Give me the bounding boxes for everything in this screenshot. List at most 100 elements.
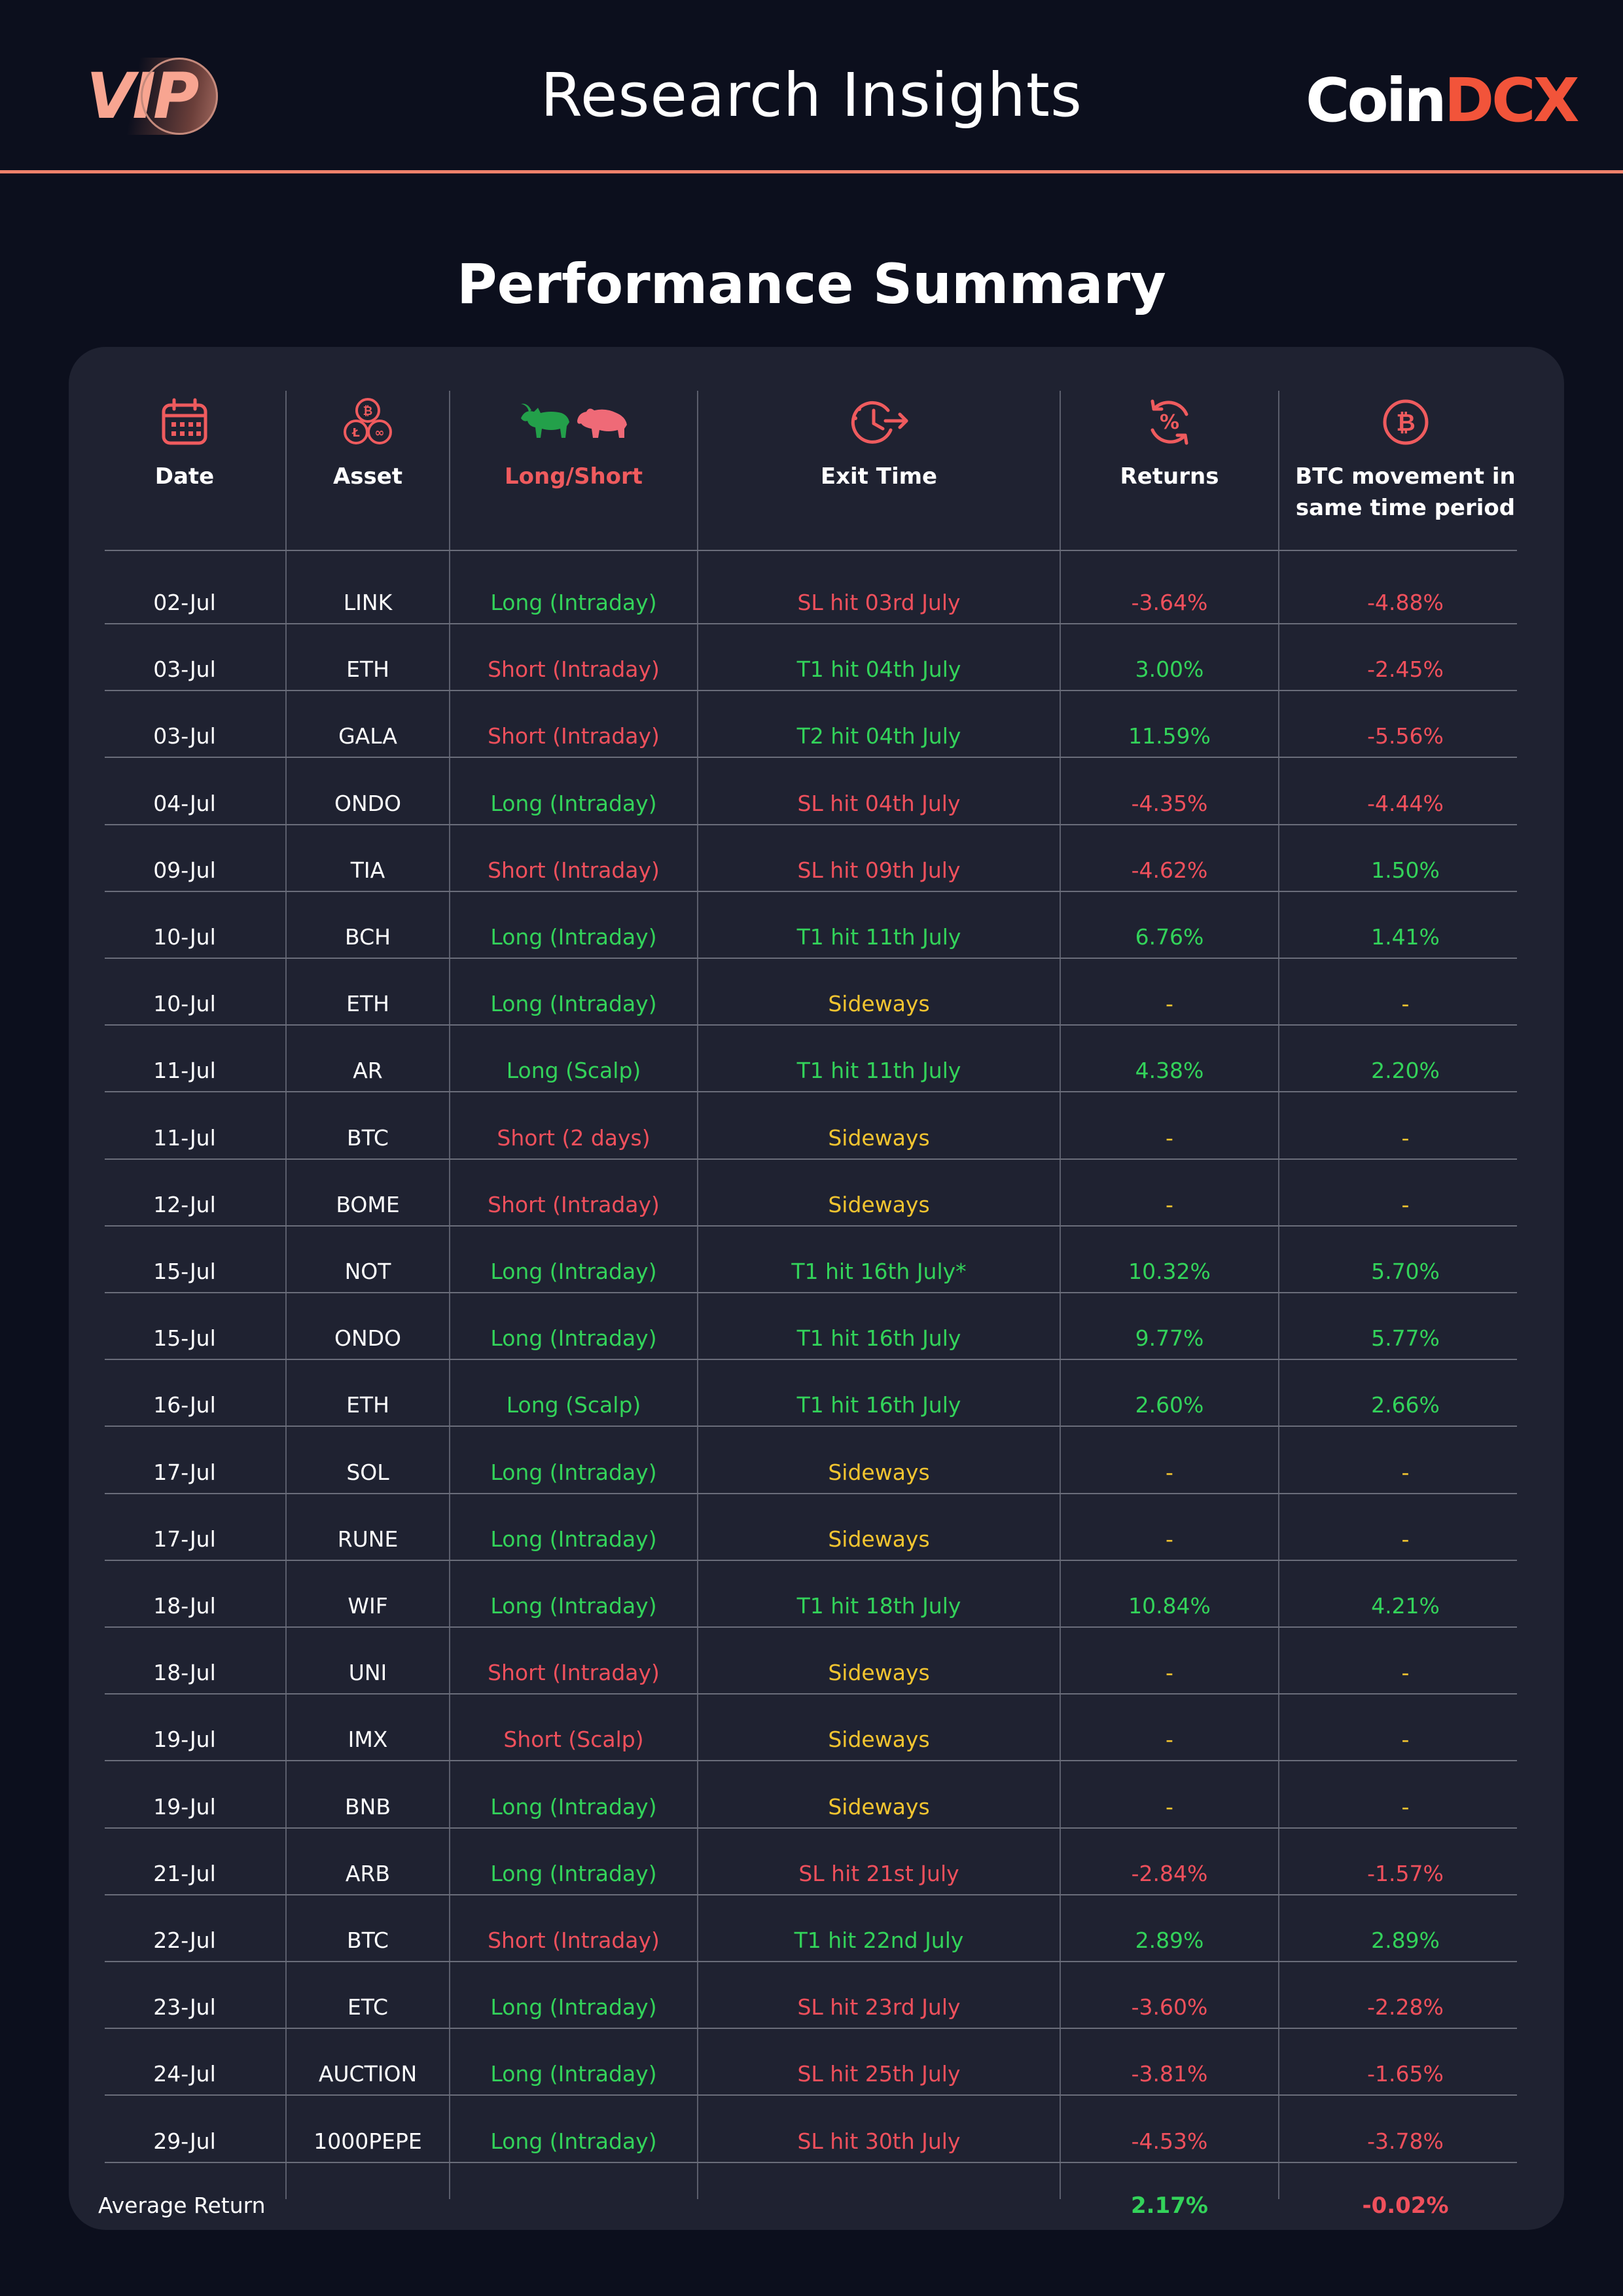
header-divider — [0, 170, 1623, 173]
cell-position: Short (Scalp) — [503, 1727, 644, 1752]
brand-dcx: DCX — [1444, 65, 1580, 135]
cell-returns: 10.84% — [1128, 1593, 1211, 1619]
cell-asset: AUCTION — [318, 2061, 418, 2087]
section-title: Performance Summary — [457, 252, 1166, 316]
cell-exit-time: T1 hit 04th July — [796, 656, 961, 682]
cell-date: 04-Jul — [153, 791, 216, 816]
brand-coin: Coin — [1306, 65, 1447, 135]
coins-icon: ₿ Ł ∞ — [342, 393, 394, 452]
cell-btc-movement: 5.77% — [1371, 1325, 1440, 1351]
column-header-asset: ₿ Ł ∞ Asset — [287, 393, 449, 492]
cell-position: Long (Intraday) — [490, 1259, 657, 1284]
cell-returns: 10.32% — [1128, 1259, 1211, 1284]
row-divider — [105, 1961, 1517, 1962]
cell-returns: - — [1166, 1727, 1173, 1752]
cell-asset: TIA — [350, 857, 385, 883]
cell-returns: - — [1166, 991, 1173, 1016]
cell-returns: -3.60% — [1131, 1994, 1208, 2020]
coindcx-logo: CoinDCX — [1306, 65, 1580, 135]
cell-date: 18-Jul — [153, 1593, 216, 1619]
cell-asset: IMX — [348, 1727, 388, 1752]
cell-asset: NOT — [344, 1259, 391, 1284]
cell-returns: 4.38% — [1135, 1058, 1204, 1083]
cell-date: 19-Jul — [153, 1794, 216, 1820]
row-divider — [105, 757, 1517, 758]
cell-exit-time: SL hit 30th July — [797, 2128, 961, 2154]
cell-date: 11-Jul — [153, 1125, 216, 1151]
cell-position: Long (Intraday) — [490, 1325, 657, 1351]
cell-exit-time: Sideways — [828, 1660, 930, 1685]
cell-date: 12-Jul — [153, 1192, 216, 1217]
cell-exit-time: Sideways — [828, 1192, 930, 1217]
row-divider — [105, 2162, 1517, 2163]
cell-btc-movement: -4.88% — [1367, 590, 1444, 615]
cell-date: 18-Jul — [153, 1660, 216, 1685]
cell-returns: 3.00% — [1135, 656, 1204, 682]
cell-returns: - — [1166, 1526, 1173, 1552]
row-divider — [105, 824, 1517, 825]
column-label-btc-line2: same time period — [1295, 495, 1516, 521]
clock-exit-icon — [847, 393, 910, 452]
cell-returns: -4.53% — [1131, 2128, 1208, 2154]
cell-position: Long (Intraday) — [490, 590, 657, 615]
cell-position: Long (Intraday) — [490, 791, 657, 816]
cell-position: Long (Intraday) — [490, 991, 657, 1016]
cell-btc-movement: - — [1401, 1460, 1410, 1485]
cell-btc-movement: - — [1401, 1794, 1410, 1820]
cell-position: Short (Intraday) — [488, 723, 660, 749]
cell-position: Long (Intraday) — [490, 924, 657, 950]
cell-asset: BTC — [347, 1125, 389, 1151]
cell-date: 24-Jul — [153, 2061, 216, 2087]
cell-btc-movement: 5.70% — [1371, 1259, 1440, 1284]
cell-btc-movement: 1.50% — [1371, 857, 1440, 883]
cell-exit-time: T1 hit 16th July — [796, 1392, 961, 1418]
cell-btc-movement: -5.56% — [1367, 723, 1444, 749]
cell-exit-time: SL hit 04th July — [797, 791, 961, 816]
column-label-returns: Returns — [1120, 463, 1219, 490]
cell-position: Long (Intraday) — [490, 1460, 657, 1485]
cell-exit-time: T1 hit 11th July — [796, 1058, 961, 1083]
cell-exit-time: Sideways — [828, 1460, 930, 1485]
cell-returns: -4.62% — [1131, 857, 1208, 883]
average-return-label: Average Return — [98, 2193, 266, 2218]
cell-date: 10-Jul — [153, 991, 216, 1016]
cell-exit-time: Sideways — [828, 991, 930, 1016]
cell-returns: 11.59% — [1128, 723, 1211, 749]
cell-exit-time: Sideways — [828, 1794, 930, 1820]
svg-text:Ł: Ł — [351, 426, 360, 440]
cell-exit-time: SL hit 09th July — [797, 857, 961, 883]
svg-text:₿: ₿ — [1396, 410, 1415, 437]
row-divider — [105, 1359, 1517, 1360]
cell-asset: SOL — [346, 1460, 389, 1485]
cell-exit-time: T1 hit 11th July — [796, 924, 961, 950]
cell-position: Long (Intraday) — [490, 1994, 657, 2020]
cell-position: Long (Scalp) — [506, 1392, 641, 1418]
header-row-divider — [105, 550, 1517, 551]
row-divider — [105, 1426, 1517, 1427]
cell-exit-time: SL hit 03rd July — [797, 590, 961, 615]
header: VIP Research Insights CoinDCX — [0, 0, 1623, 171]
average-btc-value: -0.02% — [1362, 2193, 1449, 2219]
cell-position: Short (Intraday) — [488, 656, 660, 682]
cell-date: 23-Jul — [153, 1994, 216, 2020]
svg-text:∞: ∞ — [375, 426, 385, 440]
cell-date: 17-Jul — [153, 1460, 216, 1485]
cell-position: Long (Intraday) — [490, 2128, 657, 2154]
row-divider — [105, 1894, 1517, 1895]
cell-position: Long (Intraday) — [490, 1861, 657, 1886]
cell-date: 15-Jul — [153, 1325, 216, 1351]
cell-btc-movement: 2.66% — [1371, 1392, 1440, 1418]
cell-asset: WIF — [348, 1593, 388, 1619]
cell-returns: 9.77% — [1135, 1325, 1204, 1351]
cell-returns: - — [1166, 1660, 1173, 1685]
column-label-btc-movement: BTC movement in same time period — [1295, 461, 1516, 524]
cell-position: Long (Scalp) — [506, 1058, 641, 1083]
average-returns-value: 2.17% — [1131, 2193, 1208, 2219]
cell-asset: ARB — [345, 1861, 391, 1886]
row-divider — [105, 958, 1517, 959]
cell-btc-movement: -2.45% — [1367, 656, 1444, 682]
cell-date: 11-Jul — [153, 1058, 216, 1083]
row-divider — [105, 2094, 1517, 2096]
cell-position: Long (Intraday) — [490, 2061, 657, 2087]
cell-asset: RUNE — [337, 1526, 399, 1552]
